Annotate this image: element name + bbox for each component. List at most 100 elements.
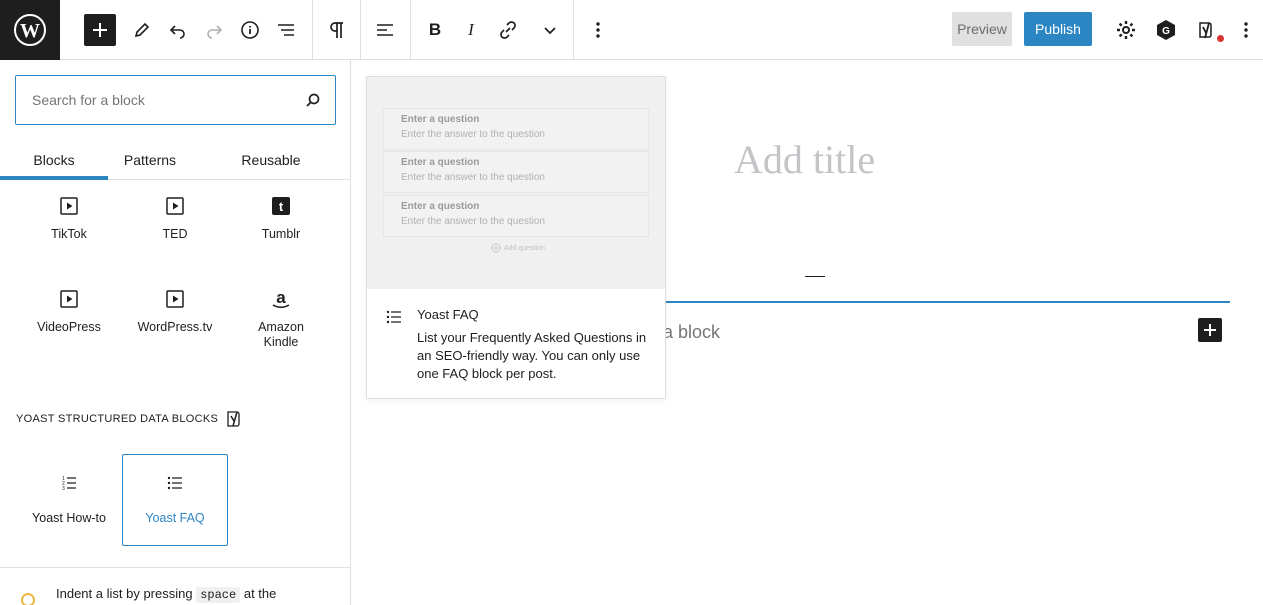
settings-button[interactable]: [1108, 12, 1144, 48]
bold-icon: B: [428, 20, 442, 39]
embed-video-icon: [60, 290, 78, 308]
svg-text:3: 3: [62, 486, 65, 491]
redo-button[interactable]: [196, 12, 232, 48]
block-item-amazon-kindle[interactable]: a Amazon Kindle: [228, 284, 334, 350]
more-formatting-button[interactable]: [532, 12, 568, 48]
section-title: YOAST STRUCTURED DATA BLOCKS: [16, 413, 219, 425]
yoast-section-header: YOAST STRUCTURED DATA BLOCKS: [16, 410, 244, 428]
link-icon: [500, 21, 516, 39]
block-item-yoast-faq[interactable]: Yoast FAQ: [122, 454, 228, 546]
block-item-wordpress-tv[interactable]: WordPress.tv: [122, 284, 228, 335]
link-button[interactable]: [490, 12, 526, 48]
block-inserter-panel: Blocks Patterns Reusable TikTok TED t Tu…: [0, 60, 351, 605]
toolbar-divider: [360, 0, 361, 59]
italic-icon: I: [468, 20, 474, 39]
block-item-label: TED: [162, 227, 188, 241]
add-block-button[interactable]: [1198, 318, 1222, 342]
undo-button[interactable]: [160, 12, 196, 48]
faq-question-preview: Enter a question Enter the answer to the…: [383, 108, 649, 150]
block-item-yoast-how-to[interactable]: 123 Yoast How-to: [16, 454, 122, 546]
block-preview-popover: Enter a question Enter the answer to the…: [366, 76, 666, 399]
toolbar-divider: [410, 0, 411, 59]
embed-video-icon: [60, 197, 78, 215]
block-item-ted[interactable]: TED: [122, 191, 228, 242]
block-item-label: TikTok: [51, 227, 87, 241]
plus-icon: [1204, 324, 1216, 336]
svg-text:W: W: [20, 20, 40, 42]
preview-button[interactable]: Preview: [952, 12, 1012, 46]
block-editor: W B I Preview Publish G Search for a blo…: [0, 0, 1263, 605]
paragraph-placeholder[interactable]: a block: [663, 322, 720, 343]
yoast-seo-button[interactable]: [1190, 12, 1226, 48]
faq-question-preview: Enter a question Enter the answer to the…: [383, 195, 649, 237]
plus-circle-icon: [491, 243, 501, 253]
toolbar-divider: [573, 0, 574, 59]
post-title-placeholder[interactable]: Add title: [734, 136, 875, 183]
preview-block-title: Yoast FAQ: [417, 307, 479, 322]
wordpress-logo-icon[interactable]: W: [0, 0, 60, 60]
list-icon: [386, 310, 401, 324]
block-item-tumblr[interactable]: t Tumblr: [228, 191, 334, 242]
title-cursor: [805, 276, 825, 277]
block-search-input[interactable]: [32, 92, 305, 108]
block-item-label: Tumblr: [261, 227, 301, 241]
tab-blocks[interactable]: Blocks: [0, 140, 108, 180]
amazon-icon: a: [272, 288, 290, 309]
more-vertical-icon: [596, 22, 600, 38]
faq-question-preview: Enter a question Enter the answer to the…: [383, 151, 649, 193]
info-icon: [241, 21, 259, 39]
yoast-logo-icon: [1199, 22, 1212, 39]
block-inserter-button[interactable]: [84, 14, 116, 46]
tab-reusable[interactable]: Reusable: [192, 140, 350, 180]
list-icon: [167, 476, 182, 490]
block-options-button[interactable]: [580, 12, 616, 48]
align-button[interactable]: [367, 12, 403, 48]
pencil-icon: [134, 22, 150, 38]
align-left-icon: [377, 24, 393, 36]
avatar-g-icon: G: [1157, 20, 1175, 40]
tools-button[interactable]: [124, 12, 160, 48]
status-dot: [1217, 35, 1224, 42]
block-item-videopress[interactable]: VideoPress: [16, 284, 122, 335]
publish-button[interactable]: Publish: [1024, 12, 1092, 46]
list-view-button[interactable]: [268, 12, 304, 48]
paragraph-transform-button[interactable]: [319, 12, 355, 48]
more-vertical-icon: [1244, 22, 1248, 38]
embed-video-icon: [166, 290, 184, 308]
redo-icon: [207, 25, 223, 39]
options-menu-button[interactable]: [1228, 12, 1263, 48]
preview-block-description: List your Frequently Asked Questions in …: [417, 330, 647, 381]
block-item-label: Yoast FAQ: [145, 511, 205, 525]
search-icon[interactable]: [305, 92, 321, 108]
add-question-preview: Add question: [491, 243, 545, 253]
toolbar-divider: [312, 0, 313, 59]
italic-button[interactable]: I: [453, 12, 489, 48]
inserter-tabs: Blocks Patterns Reusable: [0, 140, 350, 180]
tip-icon: [21, 593, 35, 605]
svg-text:t: t: [279, 199, 284, 214]
tab-patterns[interactable]: Patterns: [108, 140, 192, 180]
undo-icon: [169, 25, 185, 39]
yoast-logo-icon: [227, 411, 240, 427]
block-item-label: Amazon Kindle: [258, 320, 304, 349]
details-button[interactable]: [232, 12, 268, 48]
block-preview-area: Enter a question Enter the answer to the…: [367, 77, 665, 289]
plus-icon: [93, 23, 107, 37]
inserter-tip: Indent a list by pressing space at the: [0, 567, 350, 605]
tumblr-icon: t: [272, 197, 290, 215]
chevron-down-icon: [544, 27, 556, 35]
top-toolbar: W B I Preview Publish G: [0, 0, 1263, 60]
numbered-list-icon: 123: [62, 476, 76, 491]
block-insertion-line: [665, 301, 1230, 303]
avatar-button[interactable]: G: [1148, 12, 1184, 48]
block-item-label: VideoPress: [37, 320, 101, 334]
gear-icon: [1117, 21, 1135, 39]
paragraph-icon: [330, 22, 343, 38]
list-view-icon: [278, 24, 294, 36]
block-item-label: Yoast How-to: [32, 511, 106, 525]
bold-button[interactable]: B: [417, 12, 453, 48]
keyboard-key: space: [196, 587, 241, 603]
block-item-tiktok[interactable]: TikTok: [16, 191, 122, 242]
block-search: [15, 75, 336, 125]
tip-text: Indent a list by pressing space at the: [56, 586, 277, 603]
